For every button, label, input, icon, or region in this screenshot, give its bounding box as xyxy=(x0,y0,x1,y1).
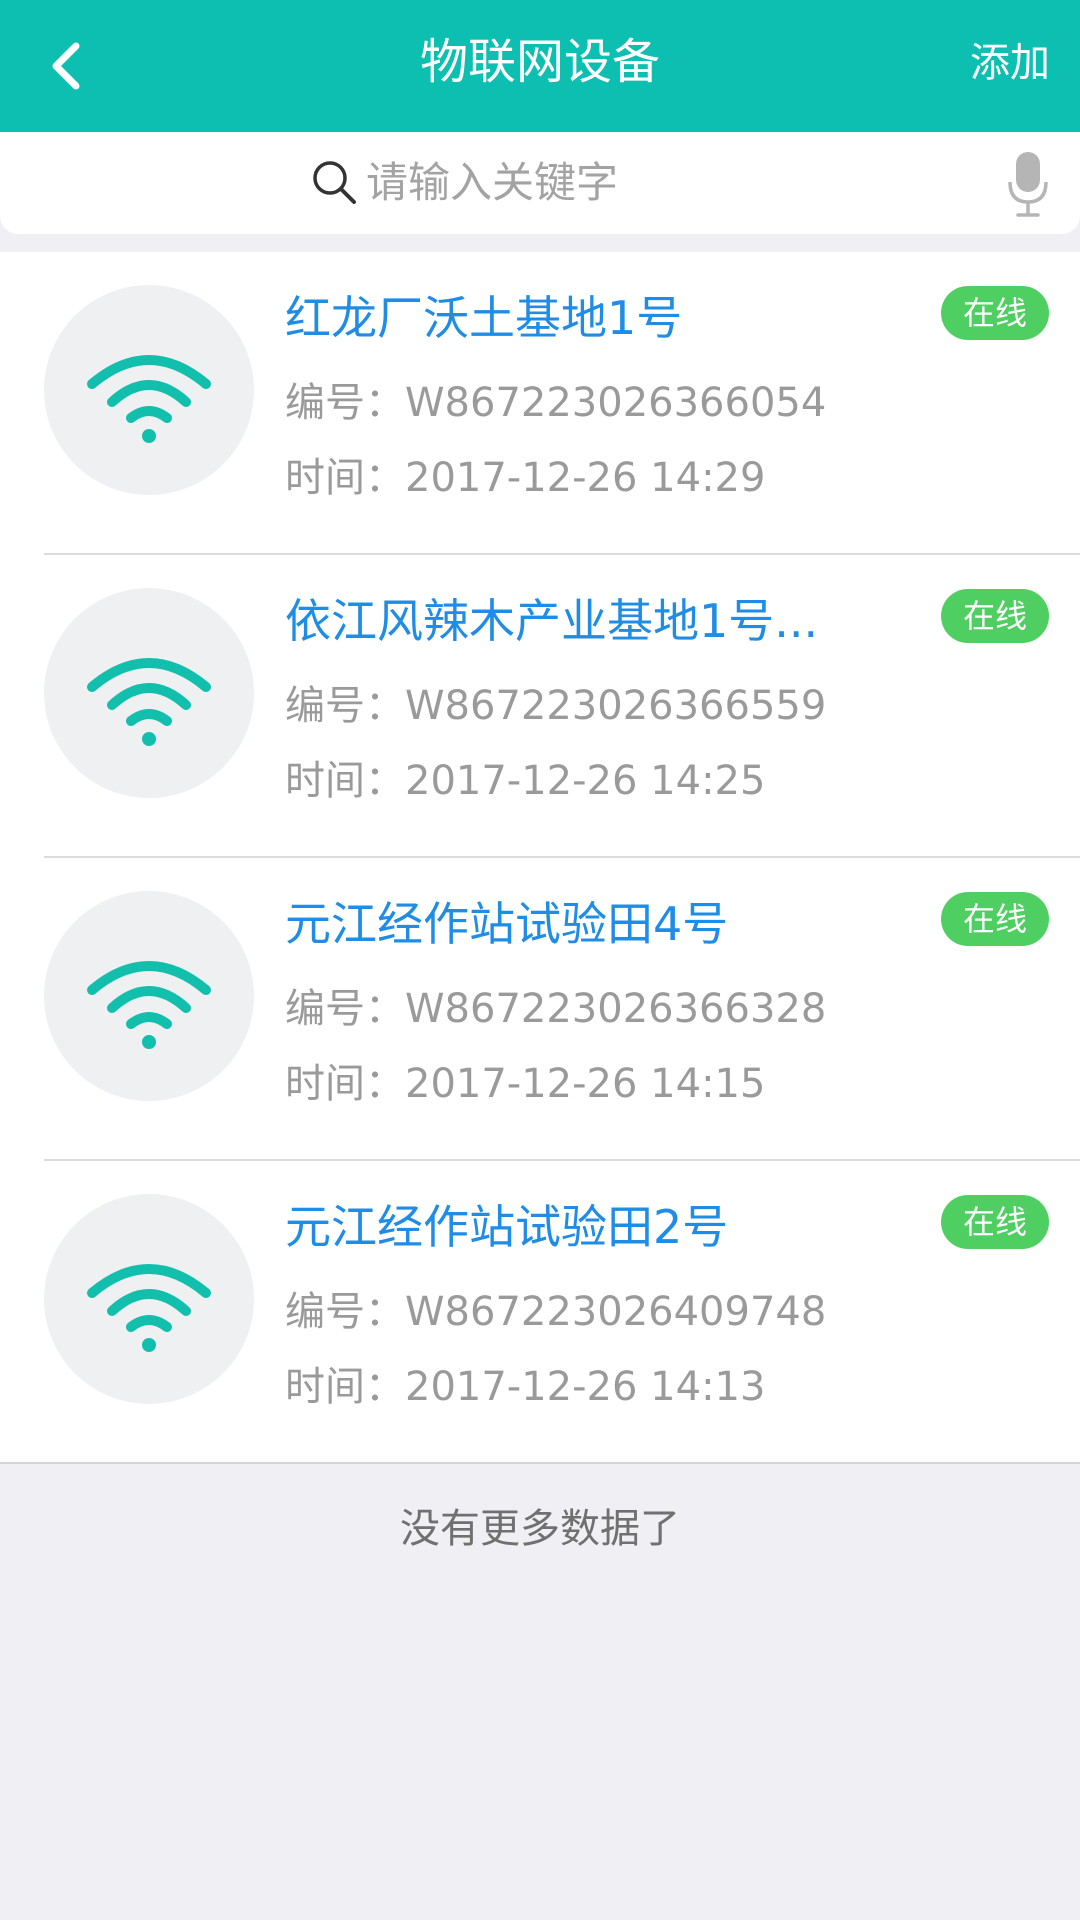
search-input[interactable] xyxy=(366,157,786,207)
wifi-icon xyxy=(87,1264,211,1352)
page-title: 物联网设备 xyxy=(419,34,660,90)
no-more-data-text: 没有更多数据了 xyxy=(400,1506,680,1552)
device-code: 编号：W867223026366328 xyxy=(285,986,827,1032)
status-badge: 在线 xyxy=(941,892,1049,946)
device-name: 依江风辣木产业基地1号... xyxy=(285,594,819,648)
status-badge: 在线 xyxy=(941,286,1049,340)
microphone-icon[interactable] xyxy=(1006,150,1050,218)
device-list-item[interactable]: 元江经作站试验田4号 编号：W867223026366328 时间：2017-1… xyxy=(0,858,1080,1161)
device-name: 元江经作站试验田2号 xyxy=(285,1200,729,1254)
search-bar xyxy=(0,132,1080,234)
device-time: 时间：2017-12-26 14:29 xyxy=(285,455,766,501)
device-code: 编号：W867223026366559 xyxy=(285,683,827,729)
device-time: 时间：2017-12-26 14:13 xyxy=(285,1364,766,1410)
device-code: 编号：W867223026366054 xyxy=(285,380,827,426)
device-time: 时间：2017-12-26 14:25 xyxy=(285,758,766,804)
status-badge: 在线 xyxy=(941,589,1049,643)
device-list-item[interactable]: 红龙厂沃土基地1号 编号：W867223026366054 时间：2017-12… xyxy=(0,252,1080,555)
device-avatar xyxy=(44,891,254,1101)
wifi-icon xyxy=(87,355,211,443)
search-icon xyxy=(313,161,356,204)
device-list: 红龙厂沃土基地1号 编号：W867223026366054 时间：2017-12… xyxy=(0,252,1080,1464)
status-badge: 在线 xyxy=(941,1195,1049,1249)
device-name: 元江经作站试验田4号 xyxy=(285,897,729,951)
search-field-group xyxy=(310,150,786,214)
device-avatar xyxy=(44,588,254,798)
device-avatar xyxy=(44,285,254,495)
device-name: 红龙厂沃土基地1号 xyxy=(285,291,683,345)
device-list-item[interactable]: 元江经作站试验田2号 编号：W867223026409748 时间：2017-1… xyxy=(0,1161,1080,1464)
wifi-icon xyxy=(87,658,211,746)
list-divider xyxy=(0,1462,1080,1464)
device-code: 编号：W867223026409748 xyxy=(285,1289,827,1335)
wifi-icon xyxy=(87,961,211,1049)
device-list-item[interactable]: 依江风辣木产业基地1号... 编号：W867223026366559 时间：20… xyxy=(0,555,1080,858)
device-time: 时间：2017-12-26 14:15 xyxy=(285,1061,766,1107)
app-header: 物联网设备 添加 xyxy=(0,0,1080,132)
device-avatar xyxy=(44,1194,254,1404)
add-button[interactable]: 添加 xyxy=(970,0,1050,132)
